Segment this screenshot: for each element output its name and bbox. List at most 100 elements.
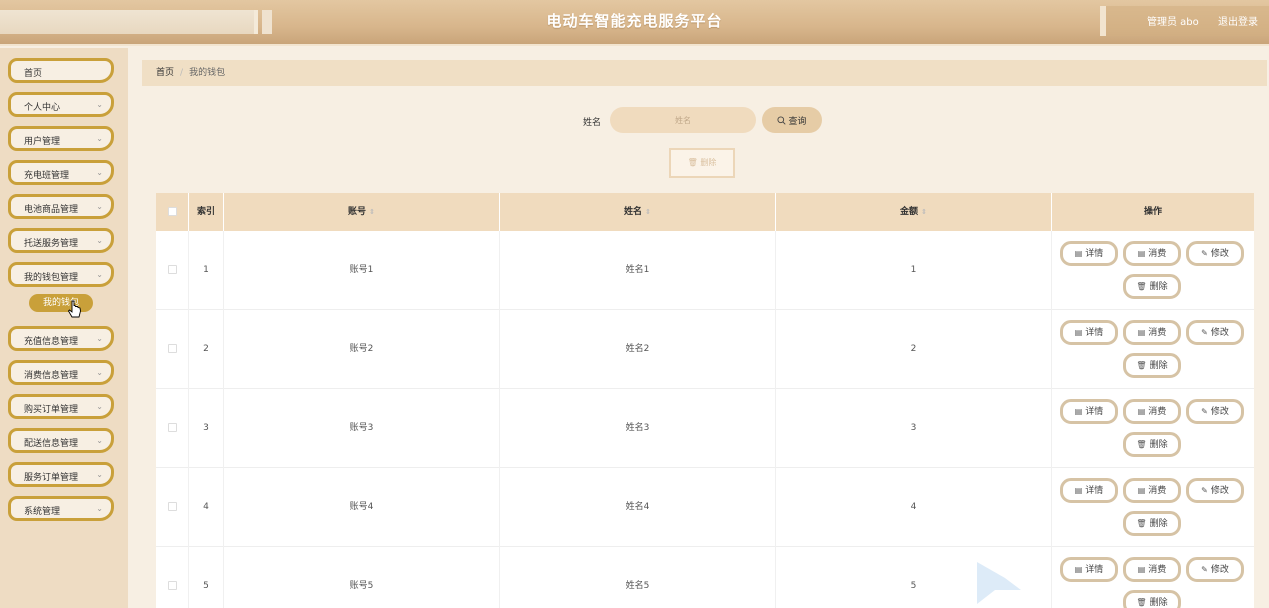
sidebar-item-home[interactable]: 首页 <box>8 58 114 83</box>
sidebar-item-consumption[interactable]: 消费信息管理 ⌄ <box>8 360 114 385</box>
row-checkbox[interactable] <box>167 423 177 432</box>
consume-button[interactable]: ▤ 消费 <box>1123 557 1181 582</box>
receipt-icon: ▤ <box>1137 486 1146 495</box>
header-actions: 操作 <box>1143 207 1162 217</box>
trash-icon: 🗑 <box>1136 519 1147 528</box>
chevron-down-icon: ⌄ <box>96 236 103 245</box>
receipt-icon: ▤ <box>1137 407 1146 416</box>
detail-button[interactable]: ▤ 详情 <box>1060 320 1118 345</box>
sidebar-subitem-my-wallet[interactable]: 我的钱包 <box>29 294 93 312</box>
consume-button-label: 消费 <box>1148 328 1167 338</box>
cell-index: 1 <box>189 231 224 310</box>
sidebar-item-battery-products[interactable]: 电池商品管理 ⌄ <box>8 194 114 219</box>
app-title: 电动车智能充电服务平台 <box>546 12 723 30</box>
consume-button[interactable]: ▤ 消费 <box>1123 241 1181 266</box>
sidebar-item-system[interactable]: 系统管理 ⌄ <box>8 496 114 521</box>
sidebar-item-label: 首页 <box>24 69 43 79</box>
sidebar-item-label: 配送信息管理 <box>24 439 79 449</box>
consume-button-label: 消费 <box>1148 486 1167 496</box>
consume-button[interactable]: ▤ 消费 <box>1123 320 1181 345</box>
table-row: 1 账号1 姓名1 1 ▤ 详情 ▤ 消费 ✎ 修改 🗑 删除 <box>156 231 1254 310</box>
detail-button[interactable]: ▤ 详情 <box>1060 399 1118 424</box>
sidebar-item-distribution[interactable]: 配送信息管理 ⌄ <box>8 428 114 453</box>
detail-button-label: 详情 <box>1085 565 1104 575</box>
chevron-down-icon: ⌄ <box>96 470 103 479</box>
edit-button[interactable]: ✎ 修改 <box>1186 399 1244 424</box>
cell-name: 姓名3 <box>500 389 776 468</box>
delete-button[interactable]: 🗑 删除 <box>1123 274 1181 299</box>
sidebar-item-users[interactable]: 用户管理 ⌄ <box>8 126 114 151</box>
edit-button[interactable]: ✎ 修改 <box>1186 320 1244 345</box>
consume-button-label: 消费 <box>1148 565 1167 575</box>
chevron-down-icon: ⌄ <box>96 504 103 513</box>
chevron-down-icon: ⌄ <box>96 100 103 109</box>
row-checkbox[interactable] <box>167 344 177 353</box>
cell-index: 4 <box>189 468 224 547</box>
trash-icon: 🗑 <box>1136 361 1147 370</box>
chevron-down-icon: ⌄ <box>96 436 103 445</box>
cell-actions: ▤ 详情 ▤ 消费 ✎ 修改 🗑 删除 <box>1052 310 1254 389</box>
row-checkbox[interactable] <box>167 502 177 511</box>
edit-button-label: 修改 <box>1210 328 1229 338</box>
consume-button[interactable]: ▤ 消费 <box>1123 399 1181 424</box>
search-button[interactable]: 查询 <box>762 107 822 133</box>
cell-actions: ▤ 详情 ▤ 消费 ✎ 修改 🗑 删除 <box>1052 231 1254 310</box>
cell-actions: ▤ 详情 ▤ 消费 ✎ 修改 🗑 删除 <box>1052 389 1254 468</box>
pencil-icon: ✎ <box>1201 249 1208 258</box>
delete-button[interactable]: 🗑 删除 <box>1123 590 1181 608</box>
edit-button-label: 修改 <box>1210 486 1229 496</box>
header-name[interactable]: 姓名 ⇕ <box>500 193 776 231</box>
sidebar-item-service-orders[interactable]: 服务订单管理 ⌄ <box>8 462 114 487</box>
delete-button[interactable]: 🗑 删除 <box>1123 353 1181 378</box>
search-icon <box>777 115 787 125</box>
breadcrumb-home[interactable]: 首页 <box>156 68 174 78</box>
header-amount[interactable]: 金额 ⇕ <box>776 193 1052 231</box>
delete-button-label: 删除 <box>1149 598 1168 608</box>
delete-button[interactable]: 🗑 删除 <box>1123 511 1181 536</box>
edit-button[interactable]: ✎ 修改 <box>1186 557 1244 582</box>
sidebar-item-label: 充电班管理 <box>24 171 70 181</box>
table-row: 2 账号2 姓名2 2 ▤ 详情 ▤ 消费 ✎ 修改 🗑 删除 <box>156 310 1254 389</box>
sidebar-item-personal-center[interactable]: 个人中心 ⌄ <box>8 92 114 117</box>
detail-button-label: 详情 <box>1085 249 1104 259</box>
sidebar-item-recharge[interactable]: 充值信息管理 ⌄ <box>8 326 114 351</box>
logout-link[interactable]: 退出登录 <box>1218 13 1258 28</box>
row-checkbox[interactable] <box>167 265 177 274</box>
consume-button-label: 消费 <box>1148 407 1167 417</box>
row-checkbox[interactable] <box>167 581 177 590</box>
cell-account: 账号1 <box>224 231 500 310</box>
delete-button[interactable]: 🗑 删除 <box>1123 432 1181 457</box>
receipt-icon: ▤ <box>1137 249 1146 258</box>
select-all-checkbox[interactable] <box>167 207 177 216</box>
sidebar-item-label: 用户管理 <box>24 137 61 147</box>
sort-icon: ⇕ <box>921 208 927 216</box>
header-account[interactable]: 账号 ⇕ <box>224 193 500 231</box>
sidebar-item-wallet[interactable]: 我的钱包管理 ⌄ <box>8 262 114 287</box>
delete-button-label: 删除 <box>1149 519 1168 529</box>
edit-button[interactable]: ✎ 修改 <box>1186 478 1244 503</box>
chevron-down-icon: ⌄ <box>96 134 103 143</box>
sidebar-item-charging-shift[interactable]: 充电班管理 ⌄ <box>8 160 114 185</box>
cell-account: 账号4 <box>224 468 500 547</box>
chevron-down-icon: ⌄ <box>96 334 103 343</box>
select-all-cell <box>156 193 189 231</box>
cell-actions: ▤ 详情 ▤ 消费 ✎ 修改 🗑 删除 <box>1052 547 1254 608</box>
chevron-down-icon: ⌄ <box>96 168 103 177</box>
search-button-label: 查询 <box>788 116 807 127</box>
edit-button[interactable]: ✎ 修改 <box>1186 241 1244 266</box>
breadcrumb: 首页 / 我的钱包 <box>142 60 1267 86</box>
breadcrumb-current: 我的钱包 <box>189 68 226 78</box>
detail-button[interactable]: ▤ 详情 <box>1060 557 1118 582</box>
edit-button-label: 修改 <box>1210 407 1229 417</box>
detail-button[interactable]: ▤ 详情 <box>1060 241 1118 266</box>
name-search-input[interactable] <box>610 107 756 133</box>
detail-button[interactable]: ▤ 详情 <box>1060 478 1118 503</box>
batch-delete-label: 删除 <box>700 158 717 167</box>
sidebar-item-delivery-service[interactable]: 托送服务管理 ⌄ <box>8 228 114 253</box>
row-select-cell <box>156 231 189 310</box>
batch-delete-button[interactable]: 🗑 删除 <box>669 148 735 178</box>
consume-button[interactable]: ▤ 消费 <box>1123 478 1181 503</box>
chevron-down-icon: ⌄ <box>96 202 103 211</box>
header-index: 索引 <box>189 193 224 231</box>
sidebar-item-purchase-orders[interactable]: 购买订单管理 ⌄ <box>8 394 114 419</box>
